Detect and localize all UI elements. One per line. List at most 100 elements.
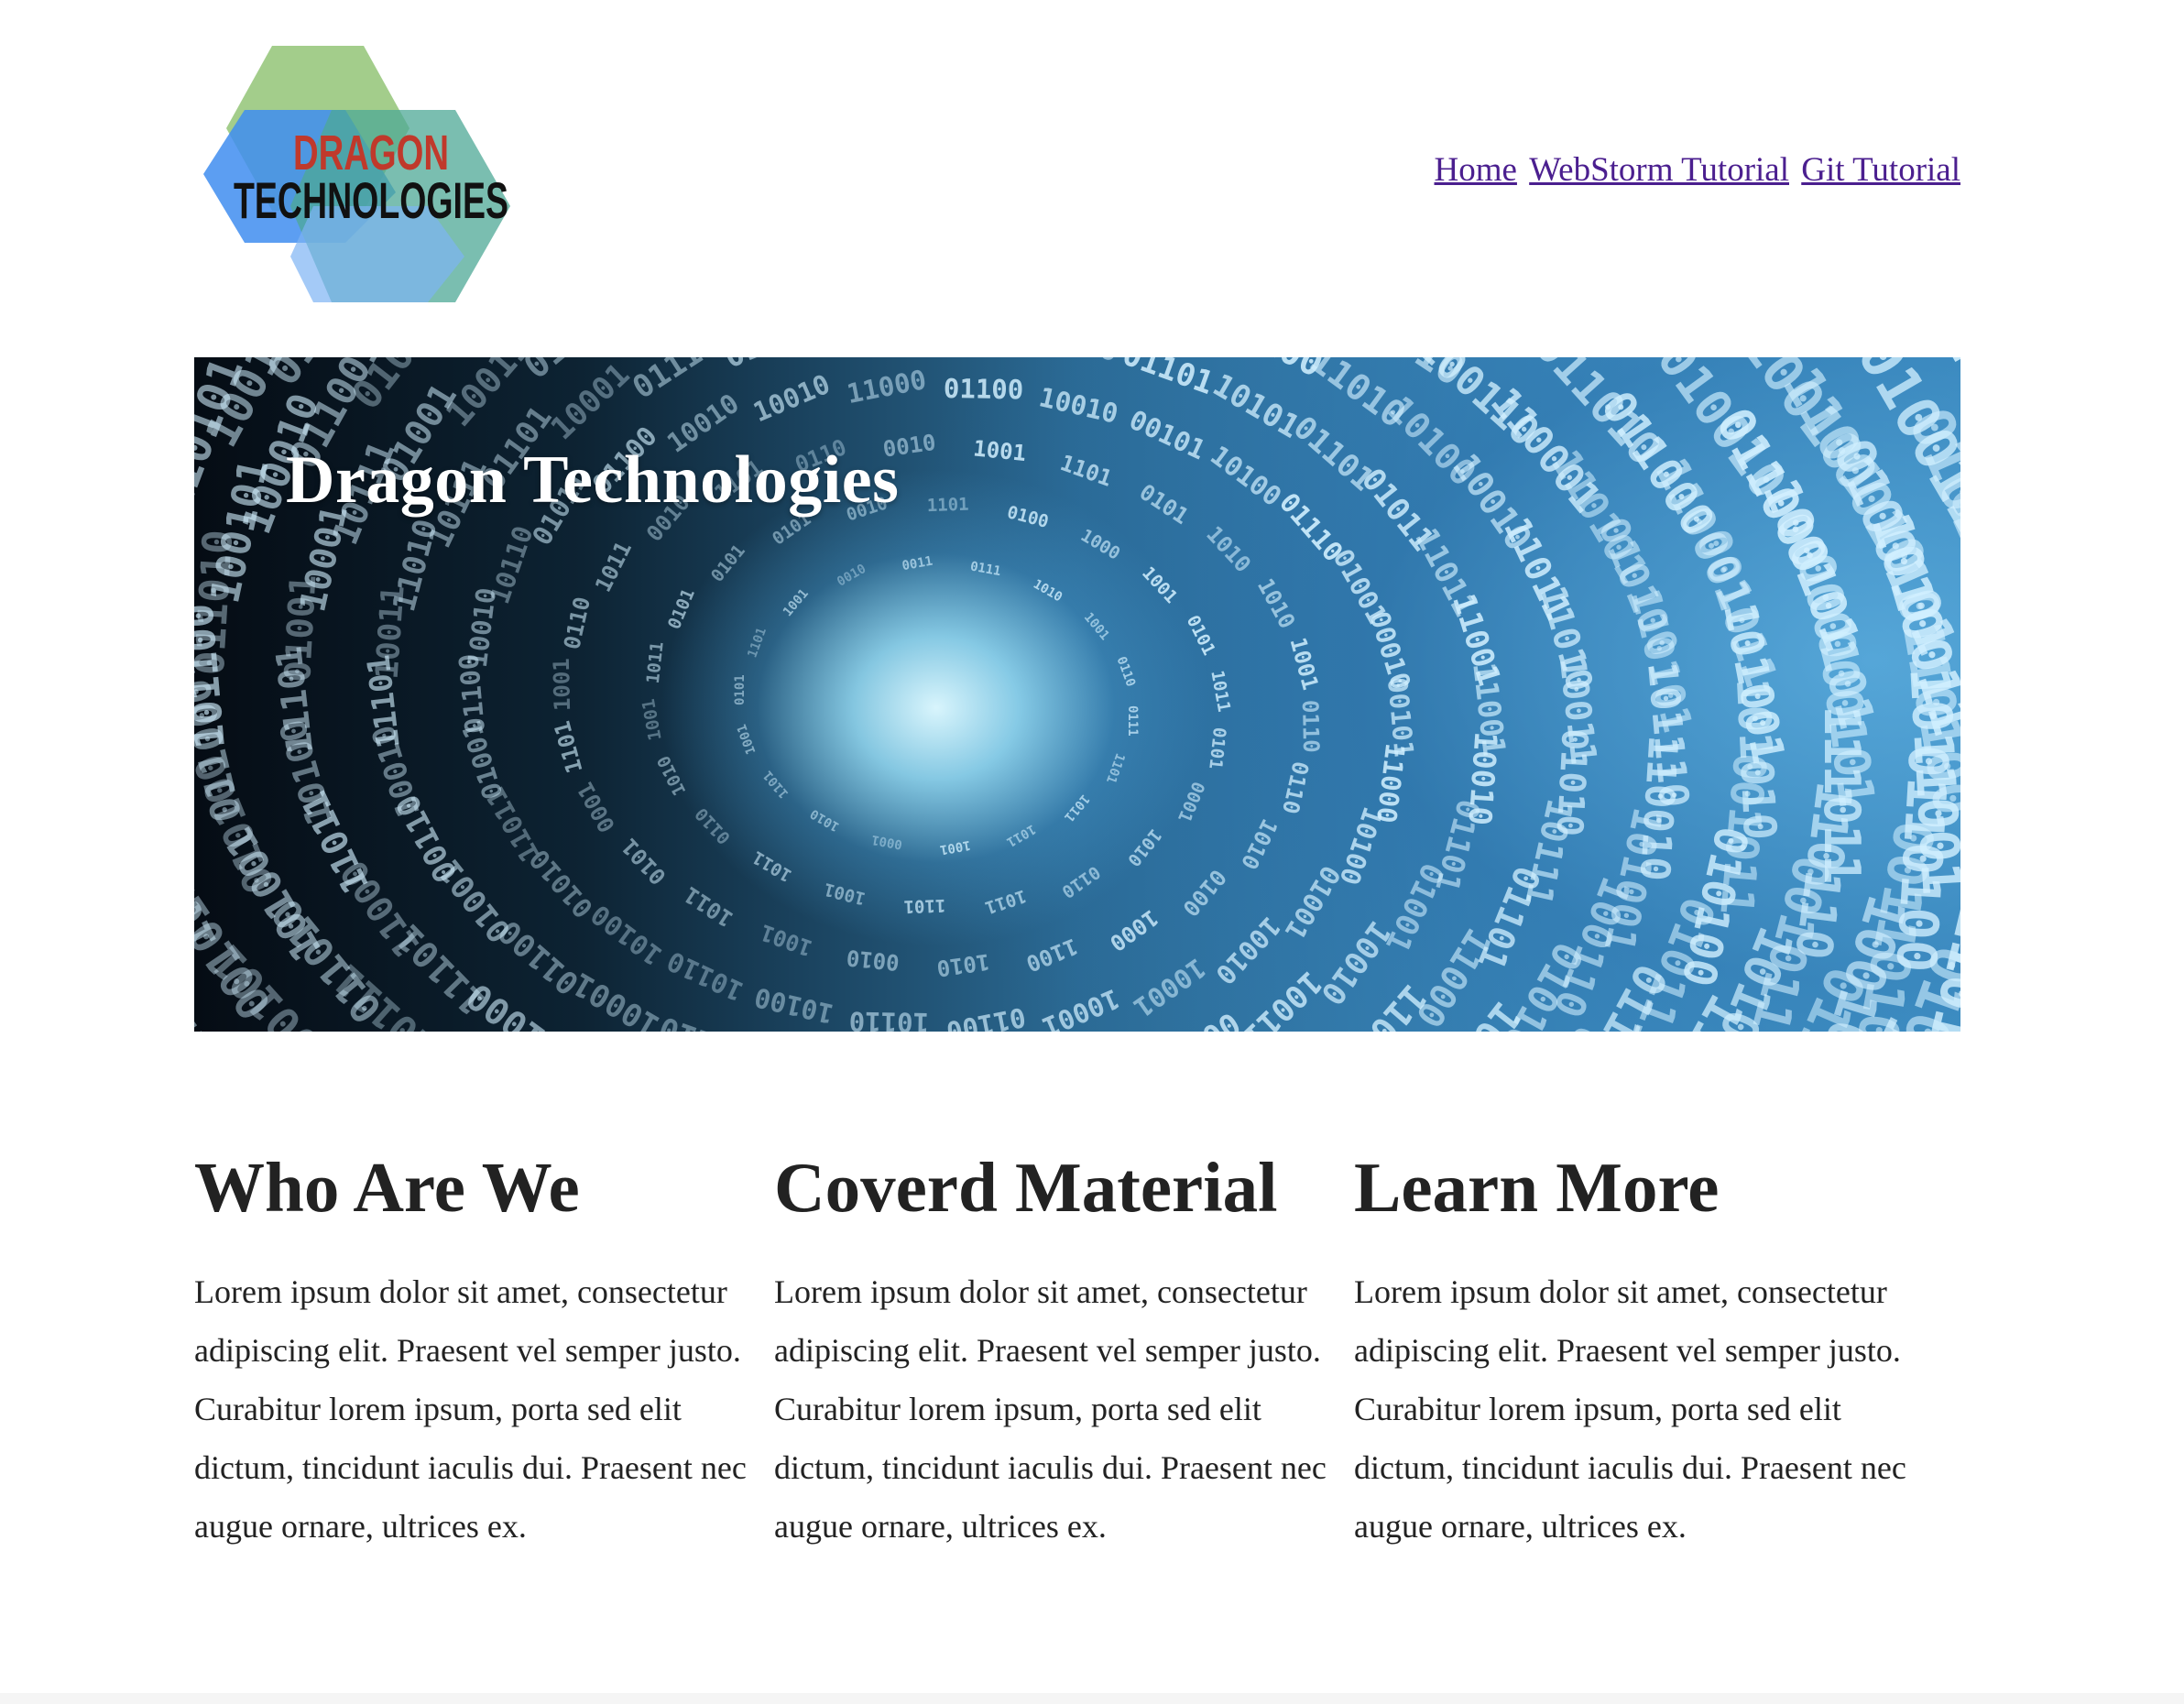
- binary-digit: 01100: [944, 373, 1024, 405]
- main-nav: Home WebStorm Tutorial Git Tutorial: [1431, 150, 1961, 190]
- nav-link-webstorm-tutorial[interactable]: WebStorm Tutorial: [1529, 151, 1789, 189]
- binary-digit: 1001: [972, 435, 1027, 466]
- binary-digit: 10010: [1036, 381, 1121, 430]
- binary-digit: 10100: [751, 981, 836, 1030]
- binary-digit: 01101: [1427, 795, 1487, 895]
- binary-digit: 1001: [757, 919, 815, 961]
- binary-digit: 1011: [1207, 669, 1234, 714]
- binary-digit: 0100: [1177, 864, 1231, 921]
- binary-digit: 1101: [550, 718, 588, 776]
- binary-digit: 01100: [944, 1001, 1028, 1032]
- binary-digit: 10100: [585, 899, 668, 972]
- binary-digit: 1001: [735, 722, 759, 756]
- binary-digit: 1010: [1252, 574, 1300, 633]
- binary-digit: 10110: [654, 1009, 755, 1032]
- binary-digit: 1010: [1201, 521, 1256, 577]
- binary-digit: 1101: [926, 495, 968, 517]
- binary-digit: 0111: [1125, 705, 1140, 737]
- binary-digit: 10110: [662, 945, 748, 1008]
- binary-digit: 10011: [1236, 964, 1329, 1032]
- binary-digit: 0110: [1114, 655, 1139, 689]
- binary-digit: 11000: [1022, 357, 1120, 369]
- binary-digit: 0101: [733, 674, 748, 705]
- binary-digit: 1001: [1284, 635, 1323, 693]
- binary-digit: 1010: [1236, 814, 1283, 873]
- hero-banner: 0111 1101 1011 1011 1001 0001 1010 1101 1001 0101…: [194, 357, 1960, 1032]
- binary-digit: 11000: [1370, 742, 1411, 825]
- binary-digit: 0101: [1183, 612, 1219, 659]
- binary-digit: 10001: [1128, 952, 1211, 1023]
- binary-digit: 0001: [870, 832, 903, 852]
- binary-digit: 0110: [1277, 759, 1314, 816]
- binary-digit: 1011: [590, 537, 637, 595]
- binary-digit: 10001: [1038, 983, 1124, 1032]
- hero-title: Dragon Technologies: [286, 442, 900, 518]
- binary-digit: 0110: [559, 595, 595, 652]
- binary-digit: 0110: [1297, 700, 1324, 753]
- binary-digit: 10110: [848, 1006, 929, 1032]
- column-heading: Learn More: [1354, 1148, 1720, 1227]
- column-coverd-material: Coverd Material Lorem ipsum dolor sit am…: [774, 1145, 1354, 1556]
- binary-digit: 1010: [1031, 577, 1065, 606]
- binary-digit: 1010: [1123, 825, 1165, 869]
- binary-digit: 0101: [664, 586, 699, 633]
- binary-digit: 0001: [573, 778, 620, 836]
- binary-digit: 1011: [680, 881, 738, 932]
- binary-digit: 0010: [835, 562, 868, 590]
- binary-digit: 11000: [845, 364, 929, 410]
- binary-digit: 1001: [1138, 563, 1181, 607]
- binary-digit: 1011: [749, 847, 796, 885]
- binary-digit: 0110: [692, 803, 735, 848]
- binary-digit: 0101: [1135, 479, 1194, 530]
- nav-link-git-tutorial[interactable]: Git Tutorial: [1801, 151, 1960, 189]
- binary-digit: 1010: [808, 806, 842, 835]
- column-body: Lorem ipsum dolor sit amet, consectetur …: [1354, 1273, 1906, 1545]
- binary-digit: 1001: [781, 586, 812, 619]
- binary-digit: 1001: [549, 658, 575, 711]
- binary-digit: 1001: [822, 879, 868, 909]
- binary-digit: 1011: [643, 640, 668, 684]
- binary-digit: 0111: [969, 559, 1002, 579]
- binary-digit: 01101: [1118, 357, 1218, 402]
- binary-digit: 1101: [760, 768, 792, 801]
- binary-digit: 1101: [903, 895, 945, 917]
- binary-digit: 10100: [1205, 440, 1287, 513]
- binary-digit: 1010: [935, 948, 991, 981]
- nav-link-home[interactable]: Home: [1435, 151, 1517, 189]
- binary-digit: 1010: [653, 752, 690, 799]
- column-who-are-we: Who Are We Lorem ipsum dolor sit amet, c…: [194, 1145, 774, 1556]
- feature-columns: Who Are We Lorem ipsum dolor sit amet, c…: [194, 1145, 1960, 1556]
- page: DRAGON TECHNOLOGIES Home WebStorm Tutori…: [0, 0, 2184, 1704]
- column-body: Lorem ipsum dolor sit amet, consectetur …: [194, 1273, 747, 1545]
- binary-digit: 01001: [719, 357, 820, 376]
- binary-digit: 0100: [1005, 502, 1051, 532]
- binary-digit: 0110: [1058, 861, 1104, 901]
- binary-digit: 1011: [1004, 821, 1038, 849]
- logo-line2: TECHNOLOGIES: [234, 171, 508, 229]
- binary-digit: 01101: [1469, 860, 1548, 976]
- binary-digit: 10010: [1209, 911, 1286, 990]
- binary-digit: 0010: [846, 945, 901, 976]
- binary-digit: 1100: [1022, 933, 1081, 977]
- binary-digit: 0001: [1174, 779, 1208, 825]
- binary-digit: 01001: [1279, 860, 1347, 945]
- binary-digit: 1011: [982, 886, 1028, 918]
- column-body: Lorem ipsum dolor sit amet, consectetur …: [774, 1273, 1327, 1545]
- binary-digit: 1011: [1061, 792, 1092, 825]
- dragon-technologies-logo[interactable]: DRAGON TECHNOLOGIES: [203, 37, 551, 311]
- binary-digit: 10010: [748, 368, 835, 429]
- binary-digit: 1000: [1077, 525, 1124, 563]
- binary-digit: 0011: [901, 554, 934, 574]
- column-learn-more: Learn More Lorem ipsum dolor sit amet, c…: [1354, 1145, 1934, 1556]
- binary-digit: 1001: [639, 697, 666, 742]
- column-heading: Who Are We: [194, 1148, 580, 1227]
- binary-digit: 1000: [1105, 904, 1163, 956]
- binary-digit: 1101: [745, 626, 770, 660]
- binary-digit: 1101: [1057, 450, 1116, 492]
- binary-digit: 1101: [1103, 751, 1128, 785]
- page-bottom-strip: [0, 1693, 2184, 1704]
- column-heading: Coverd Material: [774, 1148, 1278, 1227]
- binary-digit: 1001: [939, 837, 972, 857]
- binary-digit: 1001: [1081, 610, 1112, 643]
- binary-digit: 0101: [1205, 726, 1229, 770]
